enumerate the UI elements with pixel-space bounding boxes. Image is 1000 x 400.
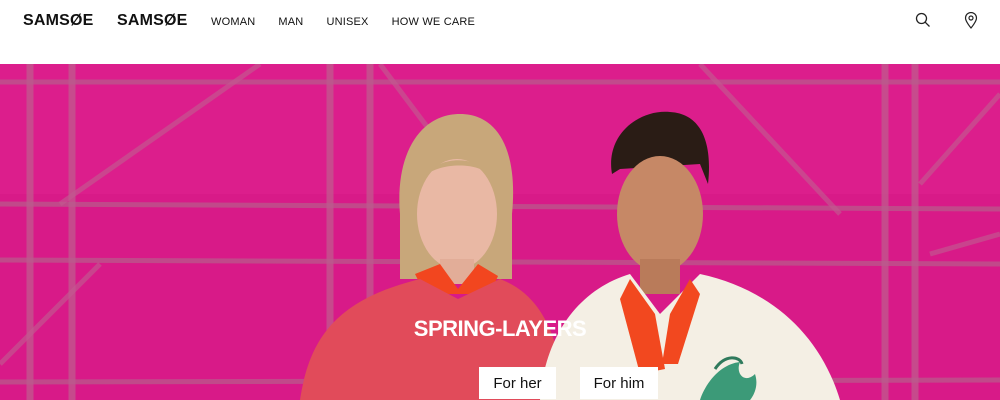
location-pin-icon[interactable] — [961, 10, 981, 30]
hero-banner: SPRING-LAYERS For her For him — [0, 64, 1000, 400]
nav-item-unisex[interactable]: UNISEX — [326, 16, 368, 28]
for-him-button[interactable]: For him — [580, 367, 658, 399]
hero-image — [0, 64, 1000, 400]
logo-samsoe-primary[interactable]: SAMSØE — [23, 12, 94, 30]
search-icon[interactable] — [913, 10, 933, 30]
nav-item-how-we-care[interactable]: HOW WE CARE — [392, 16, 475, 28]
logo-samsoe-secondary[interactable]: SAMSØE — [117, 12, 188, 30]
hero-title: SPRING-LAYERS — [413, 316, 587, 341]
for-her-button[interactable]: For her — [479, 367, 556, 399]
site-header: SAMSØE SAMSØE WOMAN MAN UNISEX HOW WE CA… — [0, 0, 1000, 64]
main-nav: WOMAN MAN UNISEX HOW WE CARE — [211, 16, 498, 28]
nav-item-woman[interactable]: WOMAN — [211, 16, 255, 28]
nav-item-man[interactable]: MAN — [278, 16, 303, 28]
